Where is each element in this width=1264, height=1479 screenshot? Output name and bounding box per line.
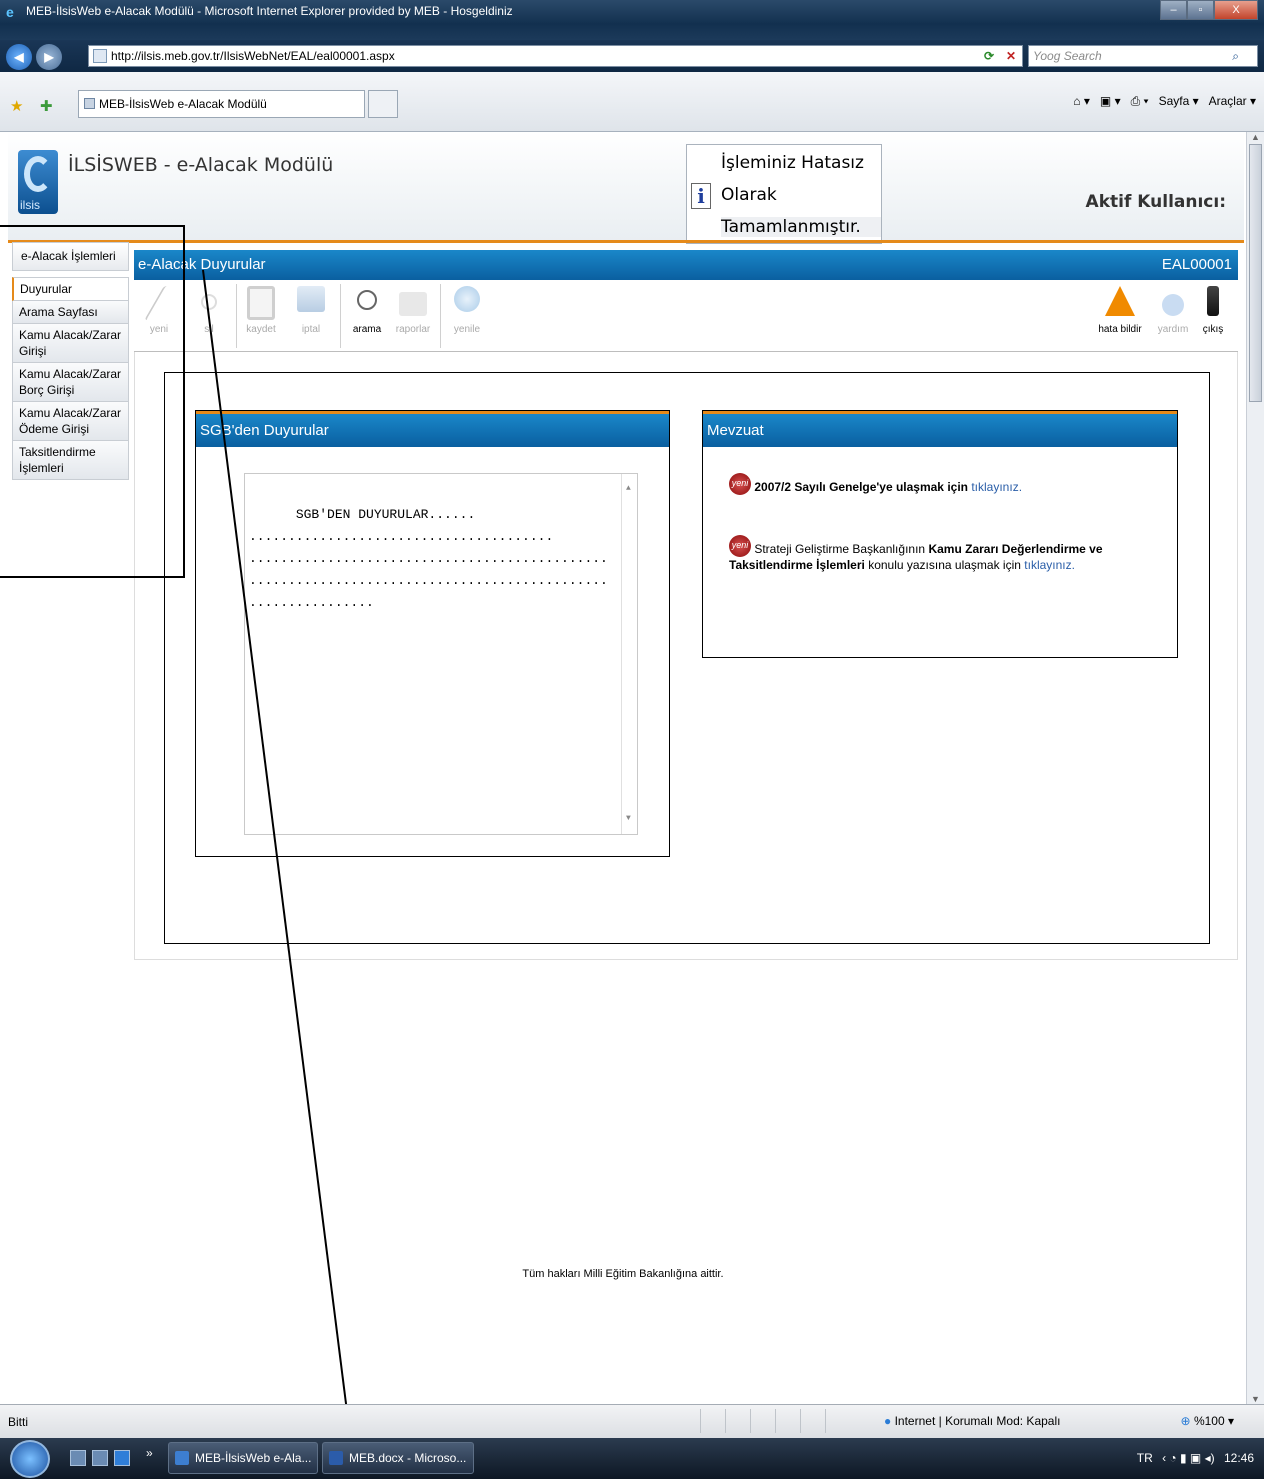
page-icon [84, 98, 95, 109]
show-desktop-icon[interactable] [70, 1450, 86, 1466]
toolbar: yeni sil kaydet iptal arama raporlar yen… [134, 280, 1238, 352]
textarea-scrollbar[interactable]: ▲ ▼ [621, 474, 637, 834]
exit-button[interactable]: çıkış [1190, 286, 1236, 335]
address-row: ◀ ▶ http://ilsis.meb.gov.tr/IlsisWebNet/… [0, 40, 1264, 72]
announcements-textarea[interactable]: SGB'DEN DUYURULAR...... ................… [244, 473, 638, 835]
feeds-icon[interactable]: ▣ ▾ [1100, 94, 1121, 109]
item-2-link[interactable]: tıklayınız. [1024, 558, 1075, 572]
message-line-3: Tamamlanmıştır. [721, 217, 881, 237]
tab-ilsis[interactable]: MEB-İlsisWeb e-Alacak Modülü [78, 90, 365, 118]
url-text: http://ilsis.meb.gov.tr/IlsisWebNet/EAL/… [111, 49, 395, 63]
switch-windows-icon[interactable] [92, 1450, 108, 1466]
page-menu[interactable]: Sayfa ▾ [1159, 94, 1199, 109]
window-title: MEB-İlsisWeb e-Alacak Modülü - Microsoft… [26, 4, 513, 18]
ie-quicklaunch-icon[interactable] [114, 1450, 130, 1466]
ie-icon [175, 1451, 189, 1465]
app-title: İLSİSWEB - e-Alacak Modülü [68, 154, 334, 176]
task-browser[interactable]: MEB-İlsisWeb e-Ala... [168, 1442, 318, 1474]
globe-icon: ● [884, 1414, 892, 1428]
forward-button[interactable]: ▶ [36, 44, 62, 70]
divider [8, 240, 1244, 243]
search-icon[interactable]: ⌕ [1232, 46, 1239, 66]
save-button[interactable]: kaydet [238, 286, 284, 335]
new-tab-button[interactable] [368, 90, 398, 118]
new-badge-icon: yeni [729, 473, 751, 495]
info-icon: i [691, 183, 711, 209]
more-icon[interactable]: » [146, 1446, 153, 1460]
taskbar: » MEB-İlsisWeb e-Ala... MEB.docx - Micro… [0, 1438, 1264, 1479]
minimize-button[interactable]: – [1160, 0, 1187, 20]
legislation-box: Mevzuat yeni 2007/2 Sayılı Genelge'ye ul… [702, 410, 1178, 658]
zoom-icon: ⊕ [1180, 1414, 1191, 1428]
clock[interactable]: 12:46 [1224, 1451, 1254, 1465]
cancel-button[interactable]: iptal [288, 286, 334, 335]
new-badge-icon: yeni [729, 535, 751, 557]
floppy-icon [247, 286, 275, 320]
scrollbar-thumb[interactable] [1249, 144, 1262, 402]
panel-code: EAL00001 [1161, 256, 1232, 273]
system-tray: TR ‹ ◔ ▮ ▣ ◂) 12:46 [1137, 1451, 1254, 1465]
legislation-item-2: yeni Strateji Geliştirme Başkanlığının K… [729, 535, 1149, 573]
security-zone[interactable]: ● Internet | Korumalı Mod: Kapalı [884, 1414, 1060, 1428]
announcements-box: SGB'den Duyurular SGB'DEN DUYURULAR.....… [195, 410, 670, 857]
language-indicator[interactable]: TR [1137, 1451, 1153, 1465]
warning-icon [1105, 286, 1135, 316]
footer-text: Tüm hakları Milli Eğitim Bakanlığına ait… [522, 1268, 724, 1280]
announcements-title: SGB'den Duyurular [196, 411, 669, 447]
panel-header: e-Alacak Duyurular EAL00001 [134, 250, 1238, 280]
annotation-rectangle [0, 225, 185, 578]
internet-explorer-icon: e [6, 4, 14, 20]
help-icon [1162, 294, 1184, 316]
page-content: ilsis İLSİSWEB - e-Alacak Modülü Aktif K… [0, 132, 1246, 1404]
tray-icons[interactable]: ‹ ◔ ▮ ▣ ◂) [1162, 1451, 1215, 1465]
stop-icon[interactable]: ✕ [1006, 46, 1016, 66]
back-button[interactable]: ◀ [6, 44, 32, 70]
report-error-button[interactable]: hata bildir [1092, 286, 1148, 335]
item-1-link[interactable]: tıklayınız. [971, 480, 1022, 494]
start-button[interactable] [10, 1440, 50, 1478]
close-button[interactable]: X [1214, 0, 1258, 20]
search-button[interactable]: arama [344, 286, 390, 335]
page-icon [93, 49, 107, 63]
address-bar[interactable]: http://ilsis.meb.gov.tr/IlsisWebNet/EAL/… [88, 45, 1023, 67]
task-word[interactable]: MEB.docx - Microso... [322, 1442, 474, 1474]
word-icon [329, 1451, 343, 1465]
message-box: i İşleminiz Hatasız Olarak Tamamlanmıştı… [686, 144, 882, 244]
tab-row: ★ ✚ MEB-İlsisWeb e-Alacak Modülü ⌂ ▾ ▣ ▾… [0, 72, 1264, 132]
announcements-text: SGB'DEN DUYURULAR...... ................… [249, 507, 608, 610]
message-line-2: Olarak [721, 185, 777, 205]
home-icon[interactable]: ⌂ ▾ [1073, 94, 1090, 109]
magnifier-icon [357, 290, 377, 310]
add-favorites-icon[interactable]: ✚ [40, 97, 53, 115]
exit-icon [1207, 286, 1219, 316]
app-header: ilsis İLSİSWEB - e-Alacak Modülü Aktif K… [8, 132, 1244, 242]
page-scrollbar[interactable]: ▲ ▼ [1246, 132, 1264, 1404]
reports-button[interactable]: raporlar [390, 286, 436, 335]
print-icon[interactable]: ⎙ ▾ [1131, 94, 1149, 109]
search-input[interactable]: Yoog Search ⌕ [1028, 45, 1258, 67]
command-bar: ⌂ ▾ ▣ ▾ ⎙ ▾ Sayfa ▾ Araçlar ▾ [1073, 94, 1256, 109]
refresh-icon[interactable]: ⟳ [984, 46, 994, 66]
refresh-button[interactable]: yenile [444, 286, 490, 335]
monitor-icon [297, 286, 325, 312]
globe-icon [454, 286, 480, 312]
favorites-star-icon[interactable]: ★ [10, 97, 23, 115]
ilsis-logo: ilsis [18, 150, 58, 214]
scissors-icon [201, 294, 217, 310]
printer-icon [399, 292, 427, 316]
status-bar: Bitti ● Internet | Korumalı Mod: Kapalı … [0, 1404, 1264, 1438]
active-user-label: Aktif Kullanıcı: [1085, 192, 1226, 212]
legislation-item-1: yeni 2007/2 Sayılı Genelge'ye ulaşmak iç… [729, 473, 1149, 495]
window-title-bar: e MEB-İlsisWeb e-Alacak Modülü - Microso… [0, 0, 1264, 40]
message-line-1: İşleminiz Hatasız [721, 153, 864, 173]
legislation-title: Mevzuat [703, 411, 1177, 447]
zoom-level[interactable]: ⊕ %100 ▾ [1181, 1414, 1234, 1428]
delete-button[interactable]: sil [186, 286, 232, 335]
status-text: Bitti [8, 1415, 29, 1429]
maximize-button[interactable]: ▫ [1187, 0, 1214, 20]
tools-menu[interactable]: Araçlar ▾ [1209, 94, 1256, 109]
